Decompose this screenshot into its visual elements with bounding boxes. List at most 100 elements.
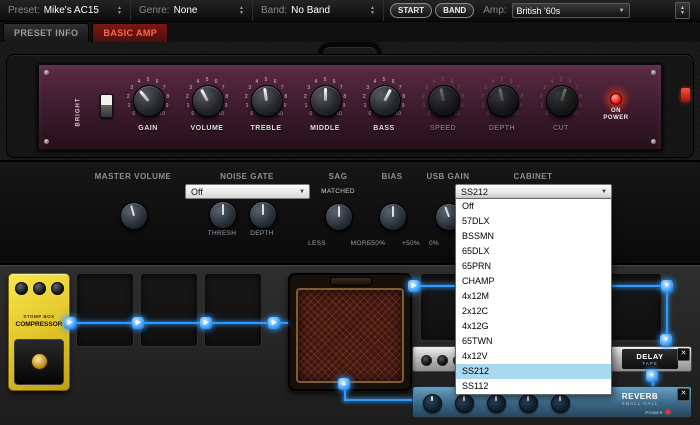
cabinet-option[interactable]: 4x12V bbox=[456, 349, 611, 364]
signal-node-icon[interactable]: ▶ bbox=[132, 317, 144, 329]
power-label-on: ON bbox=[611, 108, 621, 114]
delay-name-panel: DELAY TAPE bbox=[622, 349, 678, 369]
signal-node-icon[interactable]: ▼ bbox=[660, 334, 672, 346]
noise-gate-thresh-knob[interactable] bbox=[209, 201, 237, 229]
amp-select[interactable]: British '60s ▼ bbox=[511, 3, 630, 18]
master-volume-knob[interactable] bbox=[120, 202, 148, 230]
start-button[interactable]: START bbox=[390, 3, 433, 18]
genre-label: Genre: bbox=[139, 5, 170, 16]
reverb-close-button[interactable]: ✕ bbox=[677, 388, 690, 401]
band-stepper[interactable]: ▲ ▼ bbox=[370, 5, 375, 16]
knob-pointer bbox=[130, 205, 135, 217]
genre-selector[interactable]: Genre: None ▲ ▼ bbox=[131, 0, 253, 21]
knob-scale-tick: 8 bbox=[284, 93, 288, 100]
knob-scale-tick: 3 bbox=[307, 85, 311, 92]
band-button[interactable]: BAND bbox=[435, 3, 475, 18]
cabinet-option[interactable]: BSSMN bbox=[456, 229, 611, 244]
signal-node-icon[interactable]: ▼ bbox=[661, 280, 673, 292]
knob-scale-tick: 0 bbox=[427, 111, 431, 118]
delay-close-button[interactable]: ✕ bbox=[677, 348, 690, 361]
rack-knob[interactable] bbox=[421, 355, 432, 366]
knob-scale-tick: 5 bbox=[323, 77, 327, 83]
power-led-icon bbox=[610, 93, 622, 105]
knob-scale-tick: 2 bbox=[362, 93, 366, 100]
compressor-pedal[interactable]: STOMP BOX COMPRESSOR bbox=[8, 273, 70, 391]
signal-node-icon[interactable]: ▶ bbox=[408, 280, 420, 292]
reverb-type: SMALL HALL bbox=[621, 401, 659, 406]
cabinet-option[interactable]: SS112 bbox=[456, 379, 611, 394]
signal-node-icon[interactable]: ▲ bbox=[338, 378, 350, 390]
pedal-knob[interactable] bbox=[33, 282, 46, 295]
bias-knob[interactable] bbox=[379, 203, 407, 231]
preset-stepper[interactable]: ▲ ▼ bbox=[117, 5, 122, 16]
amp-knob-treble[interactable]: 0 1 2 3 4 5 6 7 8 9 10 TREBLE bbox=[243, 69, 289, 143]
rack-knob[interactable] bbox=[487, 394, 506, 413]
pedal-footswitch[interactable] bbox=[14, 339, 64, 385]
pedal-knob[interactable] bbox=[51, 282, 64, 295]
knob-pointer bbox=[324, 88, 327, 101]
cabinet-option[interactable]: 2x12C bbox=[456, 304, 611, 319]
signal-node-icon[interactable]: ▶ bbox=[200, 317, 212, 329]
cabinet-option[interactable]: Off bbox=[456, 199, 611, 214]
knob-face[interactable] bbox=[369, 85, 401, 117]
amp-knob-bass[interactable]: 0 1 2 3 4 5 6 7 8 9 10 BASS bbox=[361, 69, 407, 143]
knob-scale-tick: 2 bbox=[421, 93, 425, 100]
cabinet-option[interactable]: CHAMP bbox=[456, 274, 611, 289]
reverb-name-panel: REVERB SMALL HALL bbox=[609, 392, 671, 406]
rack-knob[interactable] bbox=[423, 394, 442, 413]
rack-knob[interactable] bbox=[551, 394, 570, 413]
knob-scale-tick: 6 bbox=[509, 79, 513, 86]
signal-node-icon[interactable]: ▶ bbox=[268, 317, 280, 329]
knob-scale-tick: 5 bbox=[382, 77, 386, 83]
knob-pointer bbox=[383, 88, 392, 102]
cabinet-option[interactable]: 65DLX bbox=[456, 244, 611, 259]
band-selector[interactable]: Band: No Band ▲ ▼ bbox=[253, 0, 384, 21]
noise-gate-header: NOISE GATE bbox=[220, 172, 274, 181]
knob-scale-tick: 8 bbox=[461, 93, 465, 100]
knob-face[interactable] bbox=[251, 85, 283, 117]
stepper-down-icon[interactable]: ▼ bbox=[370, 10, 375, 16]
cabinet-select[interactable]: SS212 ▼ bbox=[455, 184, 612, 199]
rack-knob[interactable] bbox=[455, 394, 474, 413]
combo-amp-cabinet[interactable] bbox=[288, 273, 412, 391]
empty-pedal-slot[interactable] bbox=[76, 273, 134, 347]
knob-face[interactable] bbox=[192, 85, 224, 117]
noise-gate-select[interactable]: Off ▼ bbox=[185, 184, 310, 199]
cabinet-option[interactable]: 4x12M bbox=[456, 289, 611, 304]
tab-preset-info[interactable]: PRESET INFO bbox=[3, 23, 90, 42]
stepper-down-icon[interactable]: ▼ bbox=[117, 10, 122, 16]
signal-node-icon[interactable]: ▼ bbox=[646, 370, 658, 382]
amp-stepper[interactable]: ▲ ▼ bbox=[675, 2, 690, 19]
tab-label: BASIC AMP bbox=[103, 28, 158, 38]
cabinet-option[interactable]: 4x12G bbox=[456, 319, 611, 334]
amp-knob-middle[interactable]: 0 1 2 3 4 5 6 7 8 9 10 MIDDLE bbox=[302, 69, 348, 143]
pedal-knob[interactable] bbox=[15, 282, 28, 295]
amp-knob-gain[interactable]: 0 1 2 3 4 5 6 7 8 9 10 GAIN bbox=[125, 69, 171, 143]
amp-knob-volume[interactable]: 0 1 2 3 4 5 6 7 8 9 10 VOLUME bbox=[184, 69, 230, 143]
tab-basic-amp[interactable]: BASIC AMP bbox=[92, 23, 169, 42]
reverb-power-led-icon bbox=[666, 410, 670, 414]
knob-scale-tick: 4 bbox=[432, 79, 436, 86]
rack-knob[interactable] bbox=[437, 355, 448, 366]
knob-scale-tick: 2 bbox=[244, 93, 248, 100]
cabinet-option[interactable]: SS212 bbox=[456, 364, 611, 379]
rack-knob[interactable] bbox=[519, 394, 538, 413]
cabinet-option[interactable]: 65PRN bbox=[456, 259, 611, 274]
knob-scale-tick: 8 bbox=[343, 93, 347, 100]
noise-gate-depth-knob[interactable] bbox=[249, 201, 277, 229]
empty-pedal-slot[interactable] bbox=[204, 273, 262, 347]
knob-face[interactable] bbox=[133, 85, 165, 117]
stepper-down-icon[interactable]: ▼ bbox=[239, 10, 244, 16]
stepper-down-icon[interactable]: ▼ bbox=[680, 10, 685, 16]
empty-pedal-slot[interactable] bbox=[140, 273, 198, 347]
knob-label: SPEED bbox=[429, 125, 457, 132]
sag-knob[interactable] bbox=[325, 203, 353, 231]
cabinet-option[interactable]: 57DLX bbox=[456, 214, 611, 229]
genre-stepper[interactable]: ▲ ▼ bbox=[239, 5, 244, 16]
signal-node-icon[interactable]: ▶ bbox=[64, 317, 76, 329]
knob-scale-tick: 2 bbox=[126, 93, 130, 100]
cabinet-option[interactable]: 65TWN bbox=[456, 334, 611, 349]
knob-face[interactable] bbox=[310, 85, 342, 117]
pedal-brand-label: STOMP BOX bbox=[23, 314, 55, 319]
preset-selector[interactable]: Preset: Mike's AC15 ▲ ▼ bbox=[0, 0, 131, 21]
